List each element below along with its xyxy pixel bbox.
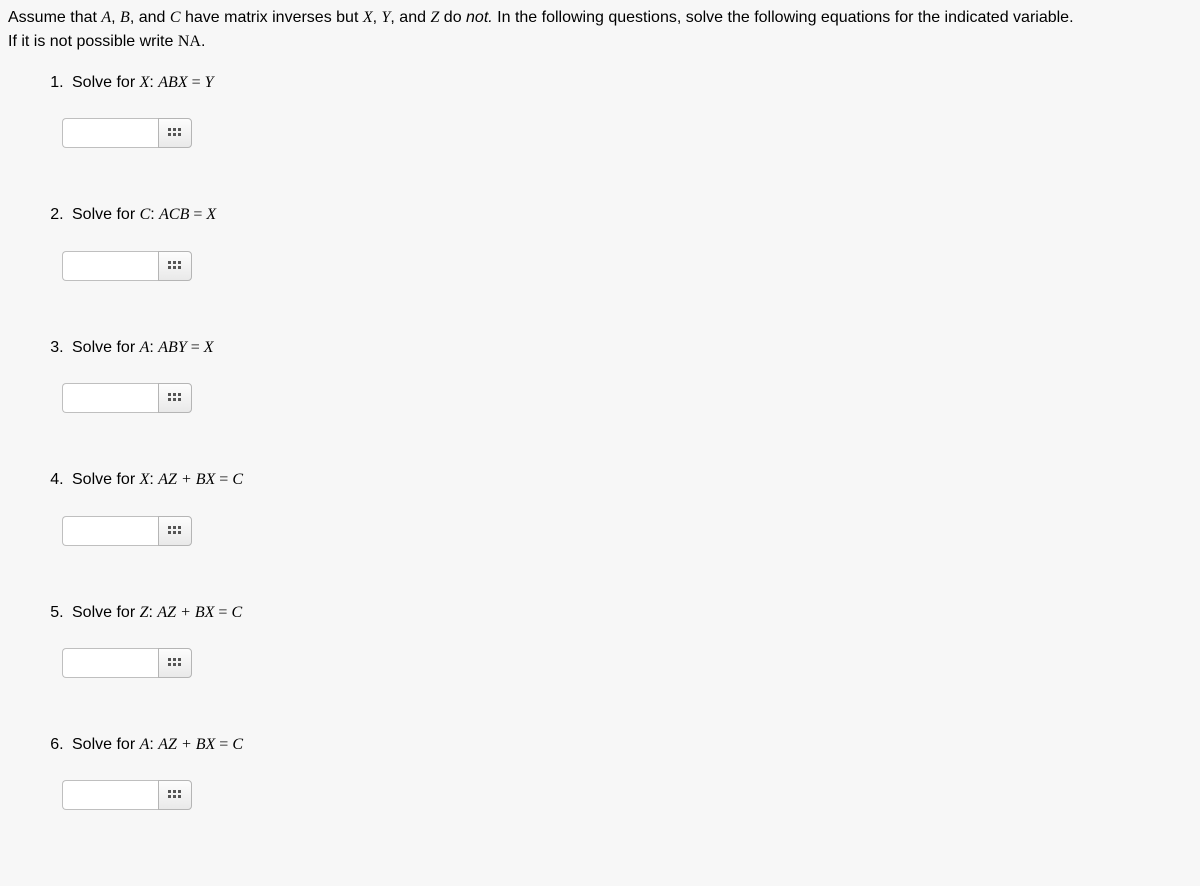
- question-item: Solve for C: ACB = X: [68, 204, 1192, 280]
- prompt-lead: Solve for: [72, 206, 140, 223]
- question-prompt: Solve for C: ACB = X: [72, 204, 1192, 226]
- question-list: Solve for X: ABX = Y Solve for C: ACB = …: [8, 72, 1192, 810]
- eq-rhs: X: [206, 206, 216, 223]
- target-var: A: [140, 736, 150, 753]
- equation-editor-button[interactable]: [158, 118, 192, 148]
- eq-lhs: AZ + BX: [158, 471, 215, 488]
- intro-text: have matrix inverses but: [181, 9, 363, 26]
- answer-row: [62, 780, 1192, 810]
- intro-text: ,: [111, 9, 120, 26]
- prompt-lead: Solve for: [72, 471, 140, 488]
- var-C: C: [170, 9, 181, 26]
- target-var: C: [140, 206, 151, 223]
- keypad-icon: [168, 526, 182, 536]
- equation-editor-button[interactable]: [158, 648, 192, 678]
- var-A: A: [101, 9, 111, 26]
- prompt-colon: :: [149, 471, 158, 488]
- target-var: A: [140, 339, 150, 356]
- answer-row: [62, 648, 1192, 678]
- intro-text: ,: [373, 9, 382, 26]
- keypad-icon: [168, 128, 182, 138]
- target-var: X: [140, 74, 150, 91]
- intro-text: Assume that: [8, 9, 101, 26]
- question-prompt: Solve for A: ABY = X: [72, 337, 1192, 359]
- emph-not: not.: [466, 9, 493, 26]
- prompt-colon: :: [149, 74, 158, 91]
- answer-input[interactable]: [62, 780, 158, 810]
- equation-editor-button[interactable]: [158, 383, 192, 413]
- answer-row: [62, 251, 1192, 281]
- answer-row: [62, 118, 1192, 148]
- prompt-lead: Solve for: [72, 74, 140, 91]
- equation-editor-button[interactable]: [158, 516, 192, 546]
- answer-row: [62, 516, 1192, 546]
- intro-text: , and: [390, 9, 430, 26]
- question-item: Solve for A: AZ + BX = C: [68, 734, 1192, 810]
- literal-na: NA: [178, 33, 201, 50]
- eq-rhs: X: [204, 339, 214, 356]
- equation-editor-button[interactable]: [158, 251, 192, 281]
- eq-rhs: Y: [205, 74, 214, 91]
- eq-rhs: C: [232, 736, 243, 753]
- eq-sign: =: [215, 736, 232, 753]
- var-X: X: [363, 9, 373, 26]
- eq-rhs: C: [232, 471, 243, 488]
- answer-input[interactable]: [62, 251, 158, 281]
- intro-text: .: [201, 33, 205, 50]
- eq-lhs: ABX: [158, 74, 187, 91]
- eq-sign: =: [187, 339, 204, 356]
- eq-lhs: AZ + BX: [158, 736, 215, 753]
- intro-text: In the following questions, solve the fo…: [493, 9, 1074, 26]
- problem-intro: Assume that A, B, and C have matrix inve…: [8, 6, 1192, 54]
- answer-input[interactable]: [62, 383, 158, 413]
- question-item: Solve for X: AZ + BX = C: [68, 469, 1192, 545]
- prompt-lead: Solve for: [72, 604, 140, 621]
- prompt-colon: :: [149, 736, 158, 753]
- question-item: Solve for A: ABY = X: [68, 337, 1192, 413]
- intro-text: do: [439, 9, 466, 26]
- question-prompt: Solve for X: AZ + BX = C: [72, 469, 1192, 491]
- question-item: Solve for Z: AZ + BX = C: [68, 602, 1192, 678]
- eq-lhs: ABY: [158, 339, 186, 356]
- intro-text-line2: If it is not possible write: [8, 33, 178, 50]
- equation-editor-button[interactable]: [158, 780, 192, 810]
- eq-rhs: C: [231, 604, 242, 621]
- answer-input[interactable]: [62, 516, 158, 546]
- eq-sign: =: [214, 604, 231, 621]
- prompt-colon: :: [149, 339, 158, 356]
- question-prompt: Solve for Z: AZ + BX = C: [72, 602, 1192, 624]
- eq-lhs: AZ + BX: [157, 604, 214, 621]
- question-prompt: Solve for X: ABX = Y: [72, 72, 1192, 94]
- target-var: Z: [140, 604, 149, 621]
- answer-row: [62, 383, 1192, 413]
- intro-text: , and: [130, 9, 170, 26]
- page-content: Assume that A, B, and C have matrix inve…: [0, 0, 1200, 886]
- answer-input[interactable]: [62, 118, 158, 148]
- var-B: B: [120, 9, 130, 26]
- var-Z: Z: [430, 9, 439, 26]
- keypad-icon: [168, 261, 182, 271]
- keypad-icon: [168, 393, 182, 403]
- eq-sign: =: [189, 206, 206, 223]
- target-var: X: [140, 471, 150, 488]
- question-prompt: Solve for A: AZ + BX = C: [72, 734, 1192, 756]
- prompt-lead: Solve for: [72, 339, 140, 356]
- eq-sign: =: [215, 471, 232, 488]
- answer-input[interactable]: [62, 648, 158, 678]
- keypad-icon: [168, 658, 182, 668]
- eq-sign: =: [188, 74, 205, 91]
- keypad-icon: [168, 790, 182, 800]
- question-item: Solve for X: ABX = Y: [68, 72, 1192, 148]
- eq-lhs: ACB: [159, 206, 189, 223]
- prompt-lead: Solve for: [72, 736, 140, 753]
- prompt-colon: :: [150, 206, 159, 223]
